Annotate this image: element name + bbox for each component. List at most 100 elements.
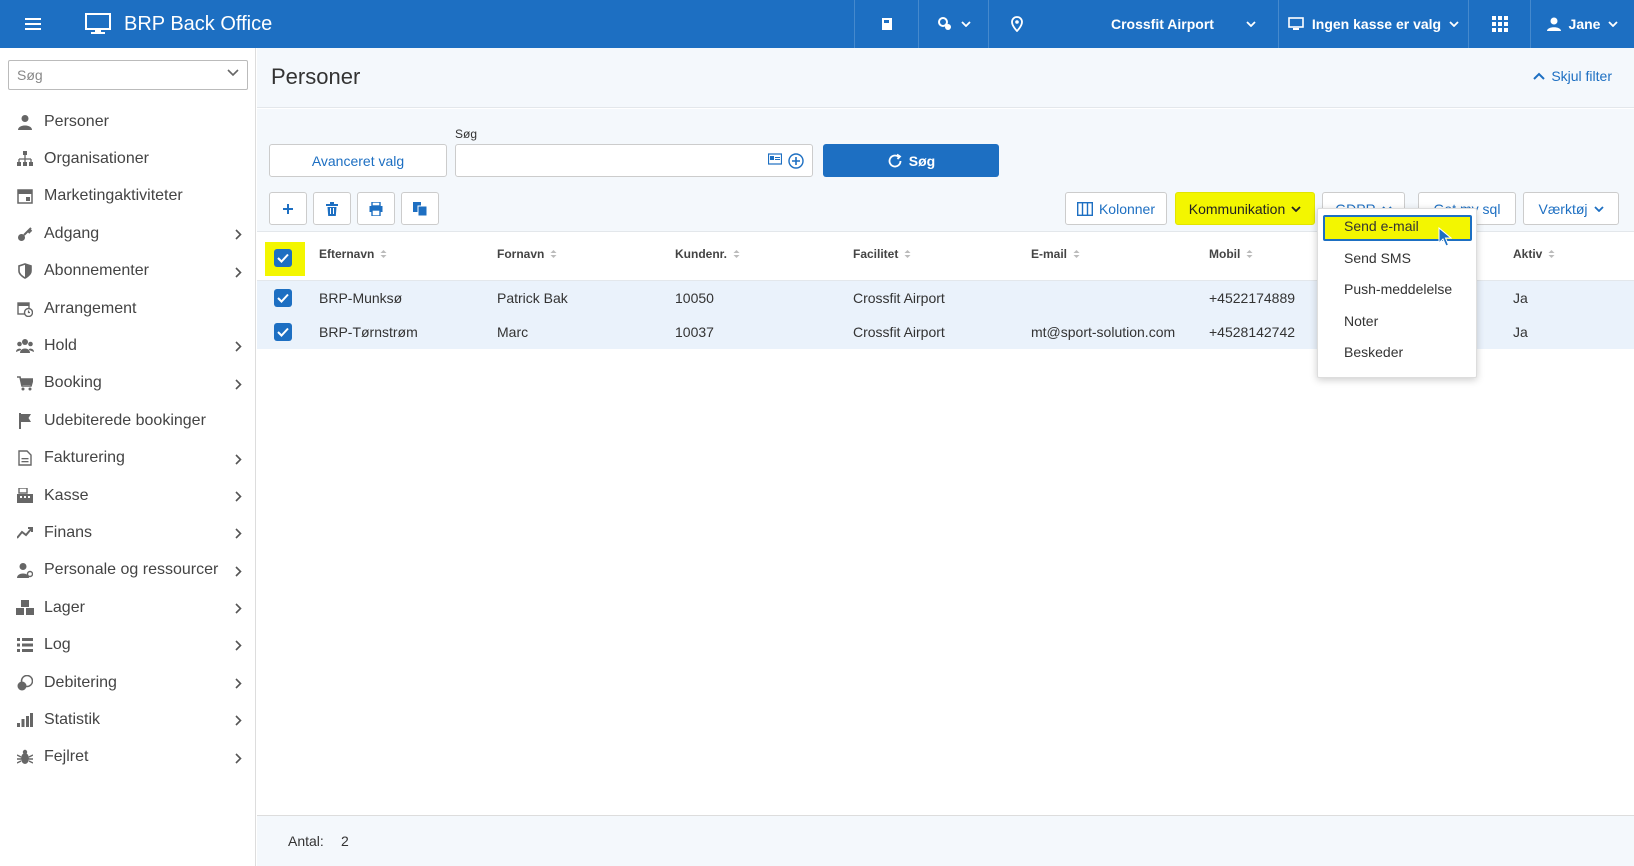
- chevron-right-icon: [235, 452, 242, 470]
- sidebar-item-label: Fejlret: [44, 748, 89, 766]
- user-menu[interactable]: Jane: [1530, 0, 1634, 48]
- sort-icon: [733, 249, 740, 259]
- columns-label: Kolonner: [1098, 200, 1156, 217]
- bug-icon: [16, 748, 34, 766]
- facility-selector[interactable]: Crossfit Airport: [988, 0, 1278, 48]
- flag-icon: [16, 412, 34, 430]
- select-all-checkbox[interactable]: [274, 249, 292, 267]
- column-header[interactable]: Fornavn: [497, 247, 557, 261]
- sidebar-item-booking[interactable]: Booking: [0, 365, 256, 402]
- sidebar-item-debitering[interactable]: Debitering: [0, 664, 256, 701]
- row-checkbox[interactable]: [274, 323, 292, 341]
- sidebar-item-personer[interactable]: Personer: [0, 103, 256, 140]
- delete-button[interactable]: [313, 192, 351, 225]
- sidebar-item-marketingaktiviteter[interactable]: Marketingaktiviteter: [0, 178, 256, 215]
- sidebar-item-fakturering[interactable]: Fakturering: [0, 440, 256, 477]
- facility-name: Crossfit Airport: [1111, 16, 1214, 32]
- group-icon: [16, 337, 34, 355]
- filter-area: Avanceret valg Søg Søg: [257, 109, 1634, 184]
- print-button[interactable]: [357, 192, 395, 225]
- sidebar-item-adgang[interactable]: Adgang: [0, 215, 256, 252]
- column-header-label: Mobil: [1209, 247, 1241, 261]
- monitor-icon: [1288, 17, 1304, 30]
- cell-aktiv: Ja: [1513, 324, 1528, 340]
- dropdown-item-send-e-mail[interactable]: Send e-mail: [1344, 218, 1419, 234]
- columns-icon: [1076, 201, 1093, 216]
- cell-mobil: +4528142742: [1209, 324, 1296, 340]
- cell-fornavn: Patrick Bak: [497, 290, 568, 306]
- shield-icon: [16, 262, 34, 280]
- chevron-down-icon: [1608, 21, 1619, 27]
- sidebar-item-label: Organisationer: [44, 150, 149, 168]
- sidebar-item-label: Fakturering: [44, 449, 125, 467]
- bar-chart-icon: [16, 711, 34, 729]
- sidebar-item-hold[interactable]: Hold: [0, 327, 256, 364]
- sidebar-item-log[interactable]: Log: [0, 626, 256, 663]
- dropdown-item-push-meddelelse[interactable]: Push-meddelelse: [1344, 281, 1452, 297]
- sort-icon: [1246, 249, 1253, 259]
- trend-icon: [16, 524, 34, 542]
- row-checkbox[interactable]: [274, 289, 292, 307]
- sidebar-search-select[interactable]: Søg: [8, 60, 248, 90]
- register-selector[interactable]: Ingen kasse er valg: [1278, 0, 1468, 48]
- search-input[interactable]: [455, 144, 813, 177]
- hamburger-menu-icon[interactable]: [0, 0, 66, 48]
- hide-filter-link[interactable]: Skjul filter: [1533, 68, 1612, 84]
- staff-icon: [16, 561, 34, 579]
- chevron-down-icon: [1291, 205, 1301, 212]
- hide-filter-label: Skjul filter: [1551, 68, 1612, 84]
- column-header-label: Facilitet: [853, 247, 899, 261]
- dropdown-item-noter[interactable]: Noter: [1344, 313, 1378, 329]
- cell-aktiv: Ja: [1513, 290, 1528, 306]
- cell-efternavn: BRP-Tørnstrøm: [319, 324, 418, 340]
- column-header-label: E-mail: [1031, 247, 1068, 261]
- search-button[interactable]: Søg: [823, 144, 999, 177]
- column-header[interactable]: Mobil: [1209, 247, 1253, 261]
- id-card-icon[interactable]: [768, 153, 782, 165]
- add-circle-icon[interactable]: [788, 153, 804, 169]
- sidebar-item-label: Booking: [44, 374, 102, 392]
- add-button[interactable]: [269, 192, 307, 225]
- sidebar-item-label: Log: [44, 636, 71, 654]
- chevron-right-icon: [235, 377, 242, 395]
- tools-button[interactable]: Værktøj: [1523, 192, 1619, 225]
- column-header[interactable]: Efternavn: [319, 247, 387, 261]
- check-icon: [277, 253, 289, 263]
- sidebar-item-lager[interactable]: Lager: [0, 589, 256, 626]
- chevron-right-icon: [235, 676, 242, 694]
- app-title: BRP Back Office: [124, 12, 273, 35]
- book-icon[interactable]: [854, 0, 918, 48]
- chevron-right-icon: [235, 638, 242, 656]
- dropdown-item-beskeder[interactable]: Beskeder: [1344, 344, 1403, 360]
- calendar-icon: [16, 187, 34, 205]
- apps-grid-icon[interactable]: [1468, 0, 1530, 48]
- chevron-right-icon: [235, 227, 242, 245]
- column-header[interactable]: Aktiv: [1513, 247, 1555, 261]
- sidebar-item-personale-og-ressourcer[interactable]: Personale og ressourcer: [0, 552, 256, 589]
- export-button[interactable]: [401, 192, 439, 225]
- column-header[interactable]: E-mail: [1031, 247, 1080, 261]
- chevron-right-icon: [235, 751, 242, 769]
- communication-button[interactable]: Kommunikation: [1175, 192, 1315, 225]
- dropdown-item-send-sms[interactable]: Send SMS: [1344, 250, 1411, 266]
- chevron-down-icon: [227, 69, 239, 77]
- sidebar-item-udebiterede-bookinger[interactable]: Udebiterede bookinger: [0, 402, 256, 439]
- chevron-right-icon: [235, 489, 242, 507]
- advanced-select-button[interactable]: Avanceret valg: [269, 144, 447, 177]
- connection-menu[interactable]: [918, 0, 988, 48]
- sidebar-item-abonnementer[interactable]: Abonnementer: [0, 253, 256, 290]
- communication-label: Kommunikation: [1188, 200, 1286, 217]
- column-header[interactable]: Kundenr.: [675, 247, 740, 261]
- chevron-up-icon: [1533, 72, 1546, 80]
- sidebar-item-kasse[interactable]: Kasse: [0, 477, 256, 514]
- column-header-label: Aktiv: [1513, 247, 1543, 261]
- columns-button[interactable]: Kolonner: [1065, 192, 1167, 225]
- mouse-cursor-icon: [1438, 227, 1452, 247]
- column-header[interactable]: Facilitet: [853, 247, 911, 261]
- sidebar-item-fejlret[interactable]: Fejlret: [0, 739, 256, 776]
- sidebar-item-arrangement[interactable]: Arrangement: [0, 290, 256, 327]
- sidebar-item-organisationer[interactable]: Organisationer: [0, 140, 256, 177]
- sidebar-item-finans[interactable]: Finans: [0, 514, 256, 551]
- page-header: Personer Skjul filter: [257, 48, 1634, 108]
- sidebar-item-statistik[interactable]: Statistik: [0, 701, 256, 738]
